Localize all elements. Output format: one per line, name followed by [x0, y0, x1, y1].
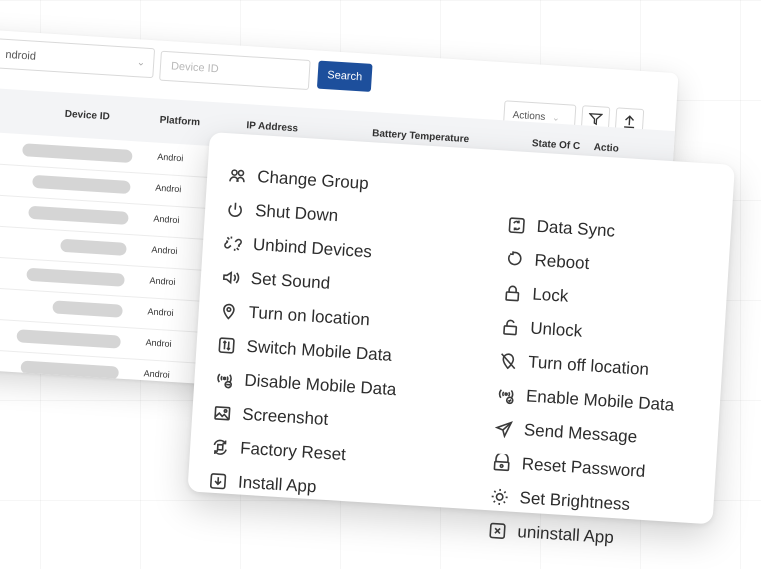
device-id-placeholder-bar	[32, 174, 131, 194]
menu-item-label: Data Sync	[536, 216, 616, 241]
menu-item-factory-reset[interactable]: Factory Reset	[210, 437, 347, 465]
device-id-placeholder-bar	[60, 238, 127, 256]
menu-item-shut-down[interactable]: Shut Down	[225, 199, 339, 226]
column-header-state: State Of C	[531, 138, 581, 153]
menu-item-label: Unbind Devices	[252, 234, 373, 262]
column-header-actions: Actio	[593, 142, 620, 155]
lock-icon	[502, 283, 523, 304]
menu-item-label: Reset Password	[521, 454, 646, 481]
users-group-icon	[227, 165, 248, 186]
platform-cell: Androi	[147, 306, 174, 318]
menu-item-set-brightness[interactable]: Set Brightness	[489, 486, 631, 515]
device-id-placeholder-bar	[52, 300, 123, 318]
menu-item-label: Factory Reset	[239, 438, 347, 465]
device-id-input[interactable]	[159, 50, 311, 91]
chevron-down-icon: ⌄	[551, 112, 560, 123]
device-id-placeholder-bar	[28, 205, 129, 225]
enable-data-icon	[495, 385, 516, 406]
menu-item-enable-mobile-data[interactable]: Enable Mobile Data	[495, 385, 675, 416]
menu-item-label: Screenshot	[241, 404, 329, 429]
menu-item-unlock[interactable]: Unlock	[500, 317, 583, 342]
unlink-icon	[222, 233, 243, 254]
menu-item-label: Shut Down	[254, 201, 339, 226]
menu-item-label: Unlock	[529, 318, 583, 341]
unlock-icon	[500, 317, 521, 338]
platform-filter-select[interactable]: ndroid ⌄	[0, 38, 156, 79]
menu-item-label: Install App	[237, 472, 317, 497]
menu-item-label: Lock	[531, 284, 569, 306]
column-header-platform: Platform	[159, 114, 201, 129]
platform-cell: Androi	[155, 182, 182, 195]
platform-cell: Androi	[151, 244, 178, 257]
location-pin-icon	[218, 301, 239, 322]
brightness-icon	[489, 486, 510, 507]
menu-item-install-app[interactable]: Install App	[207, 471, 317, 498]
filter-icon	[588, 112, 603, 126]
menu-item-label: Reboot	[533, 250, 590, 274]
power-icon	[225, 199, 246, 220]
platform-filter-value: ndroid	[5, 48, 37, 63]
screenshot-icon	[212, 403, 233, 424]
column-header-device-id: Device ID	[64, 108, 111, 123]
menu-item-change-group[interactable]: Change Group	[227, 165, 370, 194]
menu-item-screenshot[interactable]: Screenshot	[212, 403, 329, 430]
menu-item-label: Set Brightness	[519, 488, 631, 515]
menu-item-label: Set Sound	[250, 268, 331, 293]
send-icon	[493, 418, 514, 439]
menu-item-turn-on-location[interactable]: Turn on location	[218, 301, 370, 330]
reboot-icon	[504, 249, 525, 270]
search-button[interactable]: Search	[316, 60, 373, 92]
platform-cell: Androi	[156, 151, 184, 164]
menu-item-reset-password[interactable]: Reset Password	[491, 452, 646, 482]
sync-icon	[506, 215, 527, 236]
platform-cell: Androi	[149, 275, 176, 288]
menu-item-disable-mobile-data[interactable]: Disable Mobile Data	[214, 369, 397, 400]
menu-item-label: Enable Mobile Data	[525, 386, 675, 415]
speaker-icon	[220, 267, 241, 288]
menu-item-set-sound[interactable]: Set Sound	[220, 267, 331, 294]
install-icon	[207, 471, 228, 492]
column-header-ip-address: IP Address	[246, 120, 299, 135]
chevron-down-icon: ⌄	[136, 57, 146, 69]
menu-item-label: Turn on location	[248, 302, 371, 330]
menu-item-label: Turn off location	[527, 352, 650, 380]
menu-item-label: Switch Mobile Data	[246, 336, 393, 365]
switch-data-icon	[216, 335, 237, 356]
location-off-icon	[498, 351, 519, 372]
device-id-placeholder-bar	[26, 267, 125, 287]
platform-cell: Androi	[153, 213, 180, 226]
menu-item-turn-off-location[interactable]: Turn off location	[498, 351, 650, 380]
menu-item-data-sync[interactable]: Data Sync	[506, 215, 616, 242]
disable-data-icon	[214, 369, 235, 390]
menu-item-send-message[interactable]: Send Message	[493, 418, 638, 447]
menu-item-lock[interactable]: Lock	[502, 283, 569, 307]
platform-cell: Androi	[145, 337, 172, 349]
reset-password-icon	[491, 452, 512, 473]
factory-reset-icon	[210, 437, 231, 458]
device-id-placeholder-bar	[22, 143, 133, 164]
platform-cell: Androi	[143, 368, 170, 380]
menu-item-switch-mobile-data[interactable]: Switch Mobile Data	[216, 335, 392, 366]
uninstall-icon	[487, 520, 508, 541]
menu-item-label: Change Group	[256, 167, 370, 194]
menu-item-unbind-devices[interactable]: Unbind Devices	[222, 233, 372, 262]
upload-icon	[624, 115, 635, 129]
menu-item-reboot[interactable]: Reboot	[504, 249, 590, 274]
menu-item-label: Disable Mobile Data	[243, 370, 397, 400]
actions-menu: Change Group Shut Down Unbind Devices Set S…	[187, 132, 735, 547]
device-id-placeholder-bar	[16, 329, 121, 349]
menu-item-label: Send Message	[523, 420, 638, 447]
